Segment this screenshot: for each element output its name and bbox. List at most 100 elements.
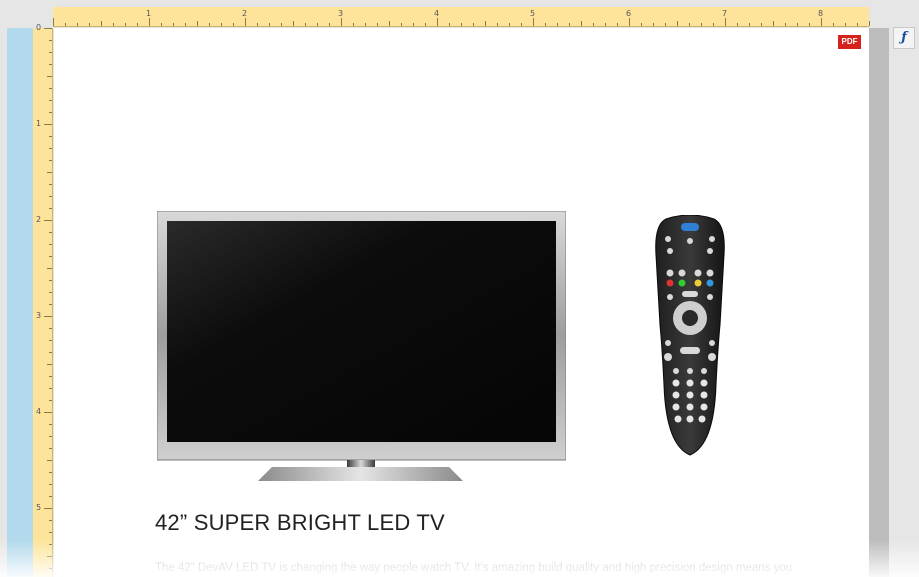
ruler-tick bbox=[845, 23, 846, 26]
ruler-number: 5 bbox=[530, 9, 536, 18]
ruler-number: 4 bbox=[36, 407, 42, 416]
ruler-tick bbox=[509, 23, 510, 26]
ruler-tick bbox=[49, 340, 52, 341]
ruler-tick bbox=[293, 21, 294, 26]
ruler-tick bbox=[49, 484, 52, 485]
ruler-tick bbox=[49, 136, 52, 137]
ruler-tick bbox=[47, 76, 52, 77]
ruler-tick bbox=[737, 23, 738, 26]
ruler-tick bbox=[47, 460, 52, 461]
ruler-tick bbox=[49, 256, 52, 257]
function-icon[interactable]: ƒ bbox=[893, 27, 915, 49]
ruler-number: 1 bbox=[146, 9, 152, 18]
ruler-tick bbox=[49, 280, 52, 281]
ruler-tick bbox=[49, 544, 52, 545]
ruler-tick bbox=[377, 23, 378, 26]
ruler-tick bbox=[49, 52, 52, 53]
ruler-tick bbox=[569, 23, 570, 26]
ruler-tick bbox=[329, 23, 330, 26]
ruler-tick bbox=[305, 23, 306, 26]
product-description: The 42” DevAV LED TV is changing the way… bbox=[155, 562, 793, 574]
ruler-tick bbox=[49, 376, 52, 377]
ruler-tick bbox=[521, 23, 522, 26]
ruler-number: 3 bbox=[338, 9, 344, 18]
tv-image bbox=[157, 211, 566, 481]
ruler-tick bbox=[389, 21, 390, 26]
ruler-tick bbox=[44, 412, 52, 413]
ruler-tick bbox=[161, 23, 162, 26]
remote-control-image bbox=[655, 215, 725, 456]
ruler-tick bbox=[641, 23, 642, 26]
ruler-tick bbox=[49, 184, 52, 185]
ruler-tick bbox=[49, 64, 52, 65]
ruler-tick bbox=[101, 21, 102, 26]
ruler-tick bbox=[113, 23, 114, 26]
ruler-tick bbox=[197, 21, 198, 26]
ruler-tick bbox=[245, 18, 246, 26]
ruler-tick bbox=[449, 23, 450, 26]
ruler-number: 2 bbox=[242, 9, 248, 18]
ruler-tick bbox=[689, 23, 690, 26]
ruler-tick bbox=[761, 23, 762, 26]
ruler-tick bbox=[533, 18, 534, 26]
ruler-number: 0 bbox=[36, 23, 42, 32]
ruler-tick bbox=[353, 23, 354, 26]
right-gutter bbox=[869, 28, 889, 577]
ruler-tick bbox=[89, 23, 90, 26]
ruler-tick bbox=[857, 23, 858, 26]
ruler-number: 3 bbox=[36, 311, 42, 320]
ruler-tick bbox=[49, 472, 52, 473]
ruler-tick bbox=[49, 292, 52, 293]
ruler-tick bbox=[593, 23, 594, 26]
ruler-tick bbox=[413, 23, 414, 26]
ruler-tick bbox=[713, 23, 714, 26]
ruler-tick bbox=[44, 28, 52, 29]
pdf-icon[interactable]: PDF bbox=[838, 35, 861, 49]
ruler-tick bbox=[49, 448, 52, 449]
ruler-tick bbox=[653, 23, 654, 26]
ruler-tick bbox=[473, 23, 474, 26]
ruler-number: 1 bbox=[36, 119, 42, 128]
ruler-number: 6 bbox=[626, 9, 632, 18]
ruler-tick bbox=[437, 18, 438, 26]
ruler-tick bbox=[49, 496, 52, 497]
ruler-tick bbox=[605, 23, 606, 26]
ruler-tick bbox=[677, 21, 678, 26]
horizontal-ruler[interactable]: 1 2 3 4 5 6 7 8 bbox=[53, 7, 870, 27]
ruler-tick bbox=[47, 268, 52, 269]
ruler-tick bbox=[49, 532, 52, 533]
ruler-tick bbox=[665, 23, 666, 26]
ruler-tick bbox=[77, 23, 78, 26]
ruler-tick bbox=[233, 23, 234, 26]
ruler-tick bbox=[49, 88, 52, 89]
product-title: 42” SUPER BRIGHT LED TV bbox=[155, 510, 445, 535]
ruler-tick bbox=[317, 23, 318, 26]
ruler-tick bbox=[49, 304, 52, 305]
ruler-number: 5 bbox=[36, 503, 42, 512]
ruler-tick bbox=[281, 23, 282, 26]
ruler-tick bbox=[485, 21, 486, 26]
ruler-tick bbox=[173, 23, 174, 26]
ruler-tick bbox=[545, 23, 546, 26]
ruler-tick bbox=[49, 352, 52, 353]
ruler-tick bbox=[47, 172, 52, 173]
ruler-tick bbox=[833, 23, 834, 26]
ruler-tick bbox=[773, 21, 774, 26]
ruler-number: 2 bbox=[36, 215, 42, 224]
ruler-tick bbox=[44, 124, 52, 125]
ruler-tick bbox=[49, 100, 52, 101]
ruler-tick bbox=[49, 208, 52, 209]
ruler-tick bbox=[65, 23, 66, 26]
left-margin-strip bbox=[7, 28, 33, 577]
ruler-number: 4 bbox=[434, 9, 440, 18]
ruler-tick bbox=[425, 23, 426, 26]
ruler-tick bbox=[53, 18, 54, 26]
ruler-tick bbox=[401, 23, 402, 26]
ruler-tick bbox=[557, 23, 558, 26]
ruler-tick bbox=[49, 568, 52, 569]
ruler-tick bbox=[629, 18, 630, 26]
ruler-tick bbox=[49, 232, 52, 233]
vertical-ruler[interactable]: 0 1 2 3 4 5 bbox=[33, 23, 53, 577]
ruler-tick bbox=[185, 23, 186, 26]
ruler-tick bbox=[785, 23, 786, 26]
